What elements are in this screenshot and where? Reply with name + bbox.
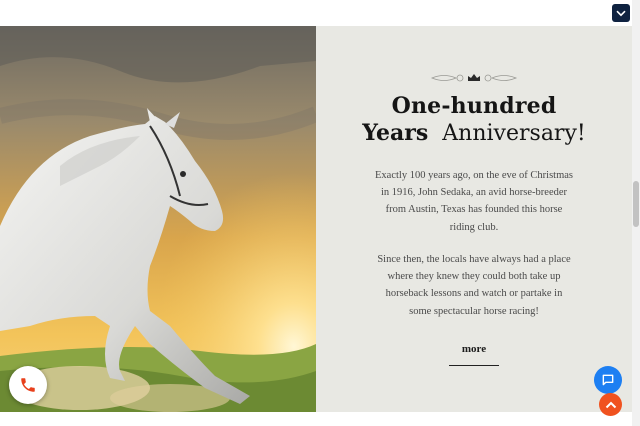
more-link[interactable]: more [448, 343, 500, 355]
title-bold-word: Years [362, 120, 429, 146]
live-chat-button[interactable] [594, 366, 622, 394]
anniversary-panel: One-hundred Years Anniversary! Exactly 1… [316, 26, 632, 412]
page-scrollbar[interactable] [632, 0, 640, 426]
chevron-up-icon [605, 401, 616, 408]
bottom-strip [0, 412, 632, 426]
section-title-line2: Years Anniversary! [316, 120, 632, 146]
call-button[interactable] [9, 366, 47, 404]
crown-ornament-icon [430, 74, 518, 82]
locals-paragraph: Since then, the locals have always had a… [377, 254, 571, 317]
top-bar [0, 0, 632, 26]
scrollbar-thumb[interactable] [633, 181, 639, 227]
phone-icon [21, 378, 35, 392]
section-title-line1: One-hundred [391, 93, 557, 119]
history-paragraph: Exactly 100 years ago, on the eve of Chr… [375, 170, 573, 233]
more-underline [449, 365, 499, 366]
white-horse-photo [0, 26, 316, 412]
chevron-down-icon [616, 10, 626, 16]
title-rest: Anniversary! [442, 121, 586, 146]
chat-icon [602, 374, 614, 386]
menu-toggle-button[interactable] [612, 4, 630, 22]
scroll-to-top-button[interactable] [599, 393, 622, 416]
